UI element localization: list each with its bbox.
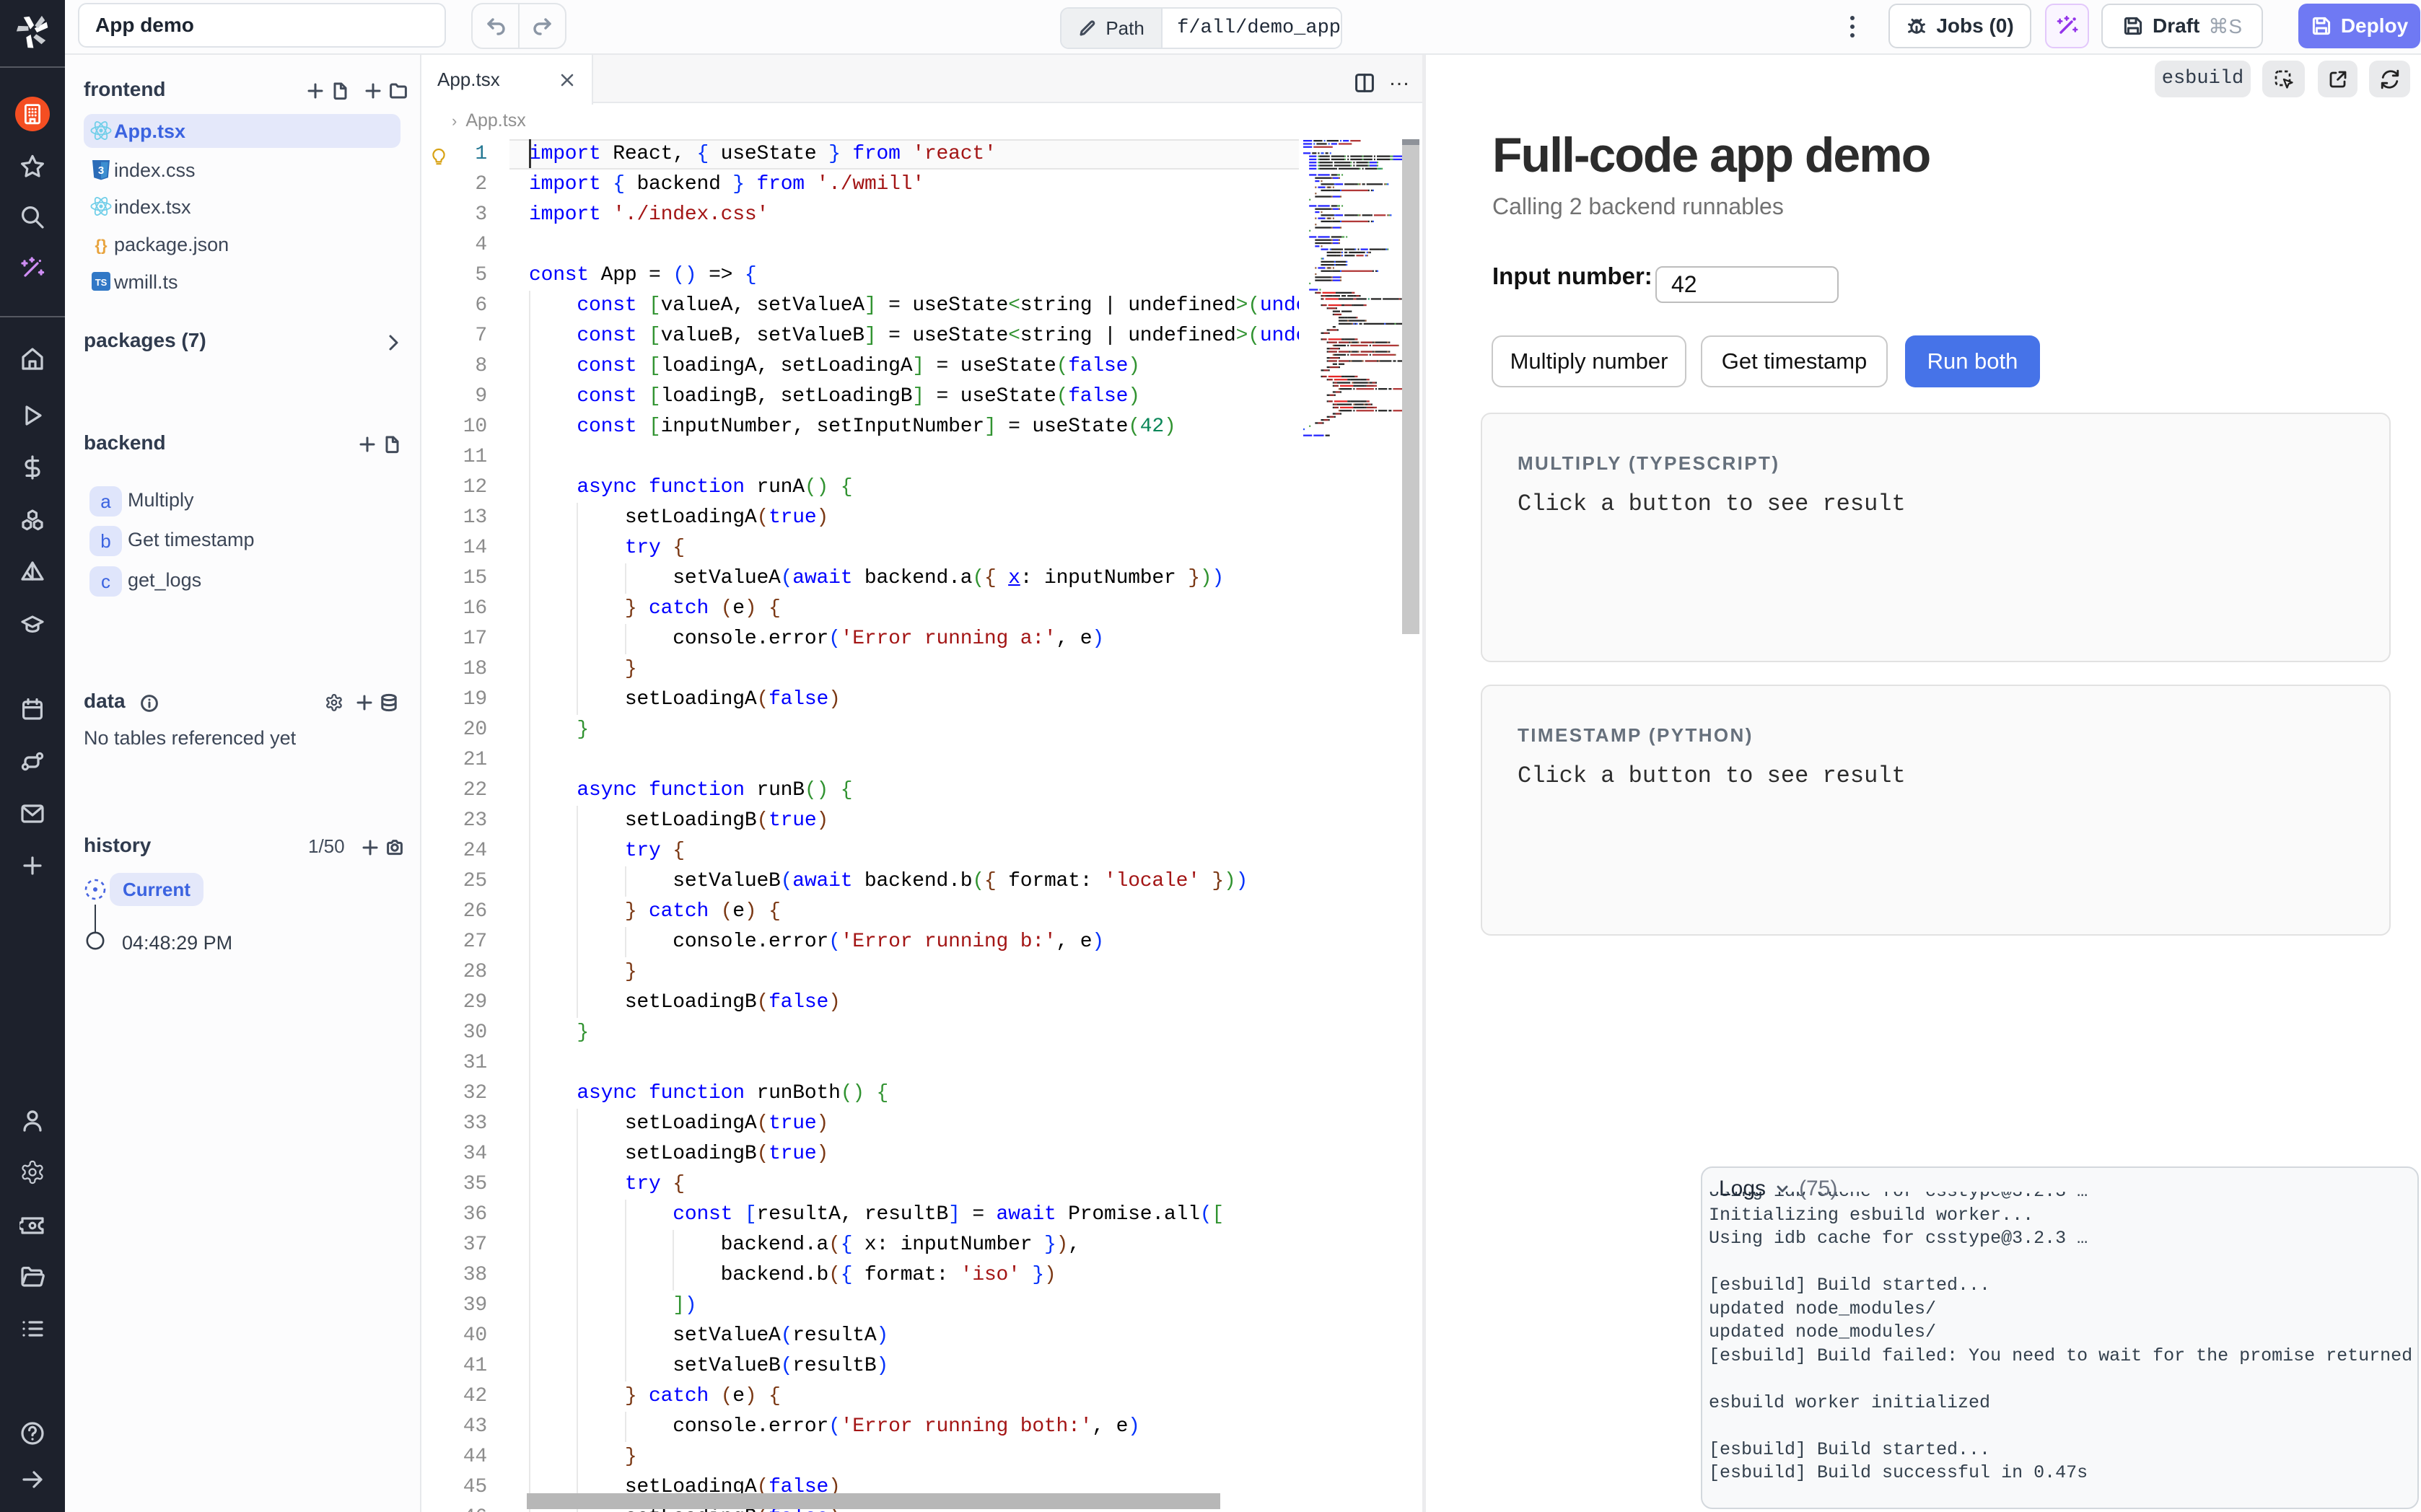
svg-text:TS: TS bbox=[95, 277, 108, 288]
svg-text:{}: {} bbox=[95, 236, 108, 254]
svg-text:3: 3 bbox=[98, 164, 104, 177]
